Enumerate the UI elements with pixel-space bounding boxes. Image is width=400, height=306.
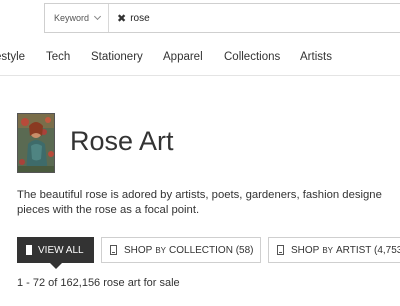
category-description: The beautiful rose is adored by artists,…: [17, 188, 400, 218]
device-icon: [277, 245, 284, 255]
chevron-down-icon: [93, 12, 102, 21]
nav-item-collections[interactable]: Collections: [224, 51, 280, 63]
nav-item-tech[interactable]: Tech: [46, 51, 70, 63]
device-icon: [110, 245, 117, 255]
page-icon: [26, 245, 32, 255]
shop-label: SHOP: [291, 244, 320, 256]
results-count: 1 - 72 of 162,156 rose art for sale: [17, 277, 180, 289]
search-token-text: rose: [130, 12, 150, 24]
by-label: BY: [155, 245, 167, 255]
nav-item-artists[interactable]: Artists: [300, 51, 332, 63]
shop-label: SHOP: [124, 244, 153, 256]
view-all-button[interactable]: VIEW ALL: [17, 237, 94, 269]
category-nav: estyle Tech Stationery Apparel Collectio…: [0, 40, 400, 76]
nav-item-stationery[interactable]: Stationery: [91, 51, 143, 63]
description-line-1: The beautiful rose is adored by artists,…: [17, 189, 382, 201]
page-title: Rose Art: [70, 126, 174, 156]
search-box[interactable]: Keyword ✖ rose: [44, 3, 400, 33]
close-icon[interactable]: ✖: [117, 12, 126, 25]
painting-image: [18, 114, 54, 172]
nav-item-lifestyle[interactable]: estyle: [0, 51, 25, 63]
shop-by-collection-button[interactable]: SHOP BY COLLECTION (58): [101, 237, 261, 263]
search-token[interactable]: ✖ rose: [117, 4, 150, 32]
keyword-select[interactable]: Keyword: [45, 4, 109, 32]
category-thumbnail: [17, 113, 55, 173]
shop-buttons: VIEW ALL SHOP BY COLLECTION (58) SHOP BY…: [17, 237, 400, 269]
keyword-label: Keyword: [54, 13, 90, 23]
view-all-label: VIEW ALL: [38, 244, 84, 256]
top-bar: Keyword ✖ rose: [0, 0, 400, 36]
description-line-2: pieces with the rose as a focal point.: [17, 204, 200, 216]
artist-label: ARTIST (4,753: [336, 244, 400, 256]
collection-label: COLLECTION (58): [169, 244, 254, 256]
by-label: BY: [322, 245, 334, 255]
shop-by-artist-button[interactable]: SHOP BY ARTIST (4,753: [268, 237, 400, 263]
nav-item-apparel[interactable]: Apparel: [163, 51, 203, 63]
